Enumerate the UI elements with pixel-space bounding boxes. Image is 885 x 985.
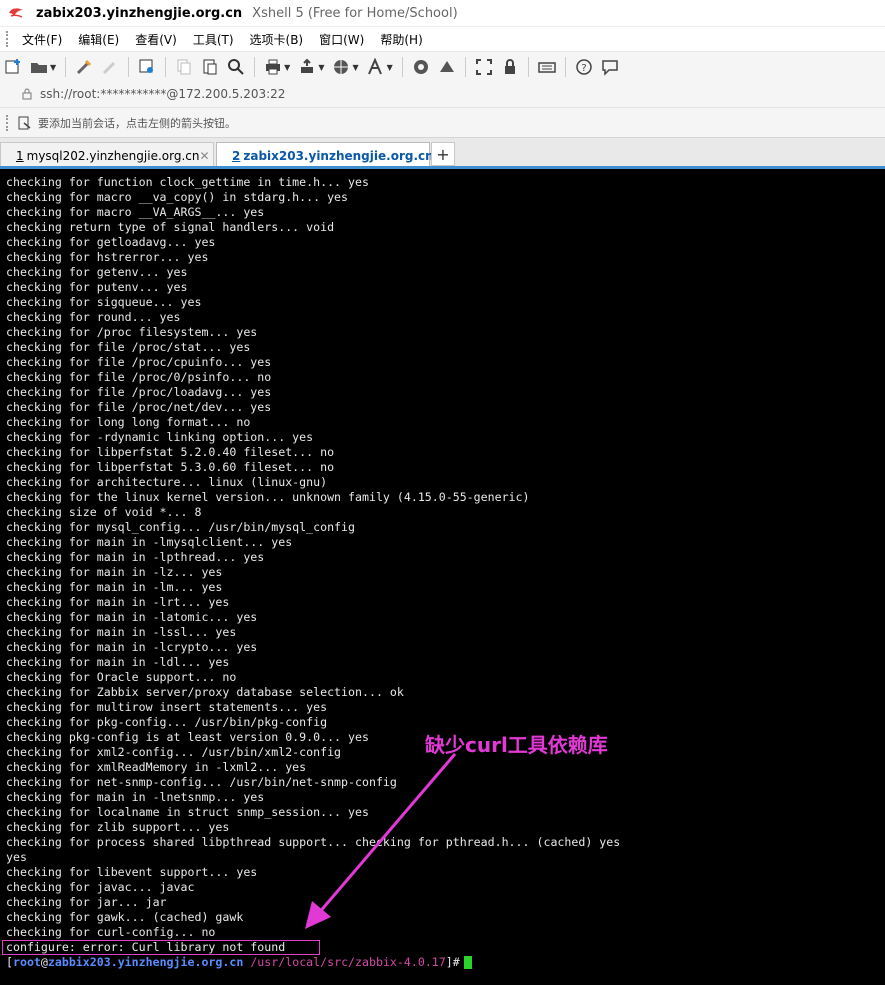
window-title-host: zabix203.yinzhengjie.org.cn: [36, 5, 243, 21]
transfer-dropdown-icon[interactable]: ▼: [318, 63, 324, 72]
add-tab-button[interactable]: +: [431, 142, 455, 166]
toolbar-separator: [527, 57, 529, 77]
add-session-arrow-icon[interactable]: [18, 116, 32, 130]
toolbar-separator: [165, 57, 167, 77]
font-dropdown-icon[interactable]: ▼: [387, 63, 393, 72]
menu-bar: 文件(F) 编辑(E) 查看(V) 工具(T) 选项卡(B) 窗口(W) 帮助(…: [0, 26, 885, 51]
toolbar-separator: [464, 57, 466, 77]
address-bar: ssh://root:***********@172.200.5.203:22: [0, 81, 885, 107]
toolbar-separator: [65, 57, 67, 77]
menu-grip: [6, 31, 12, 47]
paste-icon[interactable]: [199, 56, 221, 78]
xshell-logo-icon: [9, 8, 23, 18]
properties-icon[interactable]: [136, 56, 158, 78]
toolbar: ▼ ▼ ▼ ▼ ▼ ?: [0, 51, 885, 83]
print-icon[interactable]: [262, 56, 284, 78]
reconnect-icon[interactable]: [73, 56, 95, 78]
new-session-icon[interactable]: [2, 56, 24, 78]
print-dropdown-icon[interactable]: ▼: [284, 63, 290, 72]
hint-text: 要添加当前会话，点击左侧的箭头按钮。: [38, 117, 236, 130]
hint-bar: 要添加当前会话，点击左侧的箭头按钮。: [0, 107, 885, 138]
annotation-arrow-icon: [305, 753, 457, 929]
close-icon[interactable]: ✕: [199, 149, 209, 163]
menu-window[interactable]: 窗口(W): [311, 31, 372, 48]
tab-label: zabix203.yinzhengjie.org.cn: [243, 149, 434, 163]
hint-grip: [6, 115, 12, 131]
xmanager-icon[interactable]: [436, 56, 458, 78]
window-title-app: Xshell 5 (Free for Home/School): [252, 5, 458, 21]
fullscreen-icon[interactable]: [473, 56, 495, 78]
tab-number: 2: [232, 149, 241, 163]
toolbar-separator: [564, 57, 566, 77]
toolbar-separator: [254, 57, 256, 77]
terminal-output[interactable]: checking for function clock_gettime in t…: [0, 169, 885, 985]
tab-session-2[interactable]: 2 zabix203.yinzhengjie.org.cn ✕: [216, 142, 444, 169]
menu-file[interactable]: 文件(F): [14, 31, 70, 48]
menu-tab[interactable]: 选项卡(B): [242, 31, 312, 48]
lock-icon: [22, 88, 32, 100]
menu-edit[interactable]: 编辑(E): [70, 31, 127, 48]
copy-icon[interactable]: [173, 56, 195, 78]
toolbar-separator: [128, 57, 130, 77]
title-bar: zabix203.yinzhengjie.org.cn Xshell 5 (Fr…: [0, 0, 885, 26]
lock-icon[interactable]: [499, 56, 521, 78]
font-icon[interactable]: [365, 56, 387, 78]
toolbar-separator: [401, 57, 403, 77]
svg-text:?: ?: [581, 63, 586, 74]
menu-tools[interactable]: 工具(T): [185, 31, 242, 48]
tab-number: 1: [16, 149, 24, 163]
globe-dropdown-icon[interactable]: ▼: [352, 63, 358, 72]
globe-icon[interactable]: [330, 56, 352, 78]
session-address[interactable]: ssh://root:***********@172.200.5.203:22: [40, 87, 285, 101]
tab-session-1[interactable]: 1 mysql202.yinzhengjie.org.cn ✕: [0, 142, 214, 169]
chat-icon[interactable]: [599, 56, 621, 78]
disconnect-icon[interactable]: [99, 56, 121, 78]
tab-label: mysql202.yinzhengjie.org.cn: [26, 149, 200, 163]
open-dropdown-icon[interactable]: ▼: [50, 63, 56, 72]
menu-help[interactable]: 帮助(H): [372, 31, 430, 48]
keyboard-icon[interactable]: [536, 56, 558, 78]
transfer-icon[interactable]: [296, 56, 318, 78]
open-folder-icon[interactable]: [28, 56, 50, 78]
find-icon[interactable]: [225, 56, 247, 78]
menu-view[interactable]: 查看(V): [127, 31, 185, 48]
help-icon[interactable]: ?: [573, 56, 595, 78]
xftp-icon[interactable]: [410, 56, 432, 78]
